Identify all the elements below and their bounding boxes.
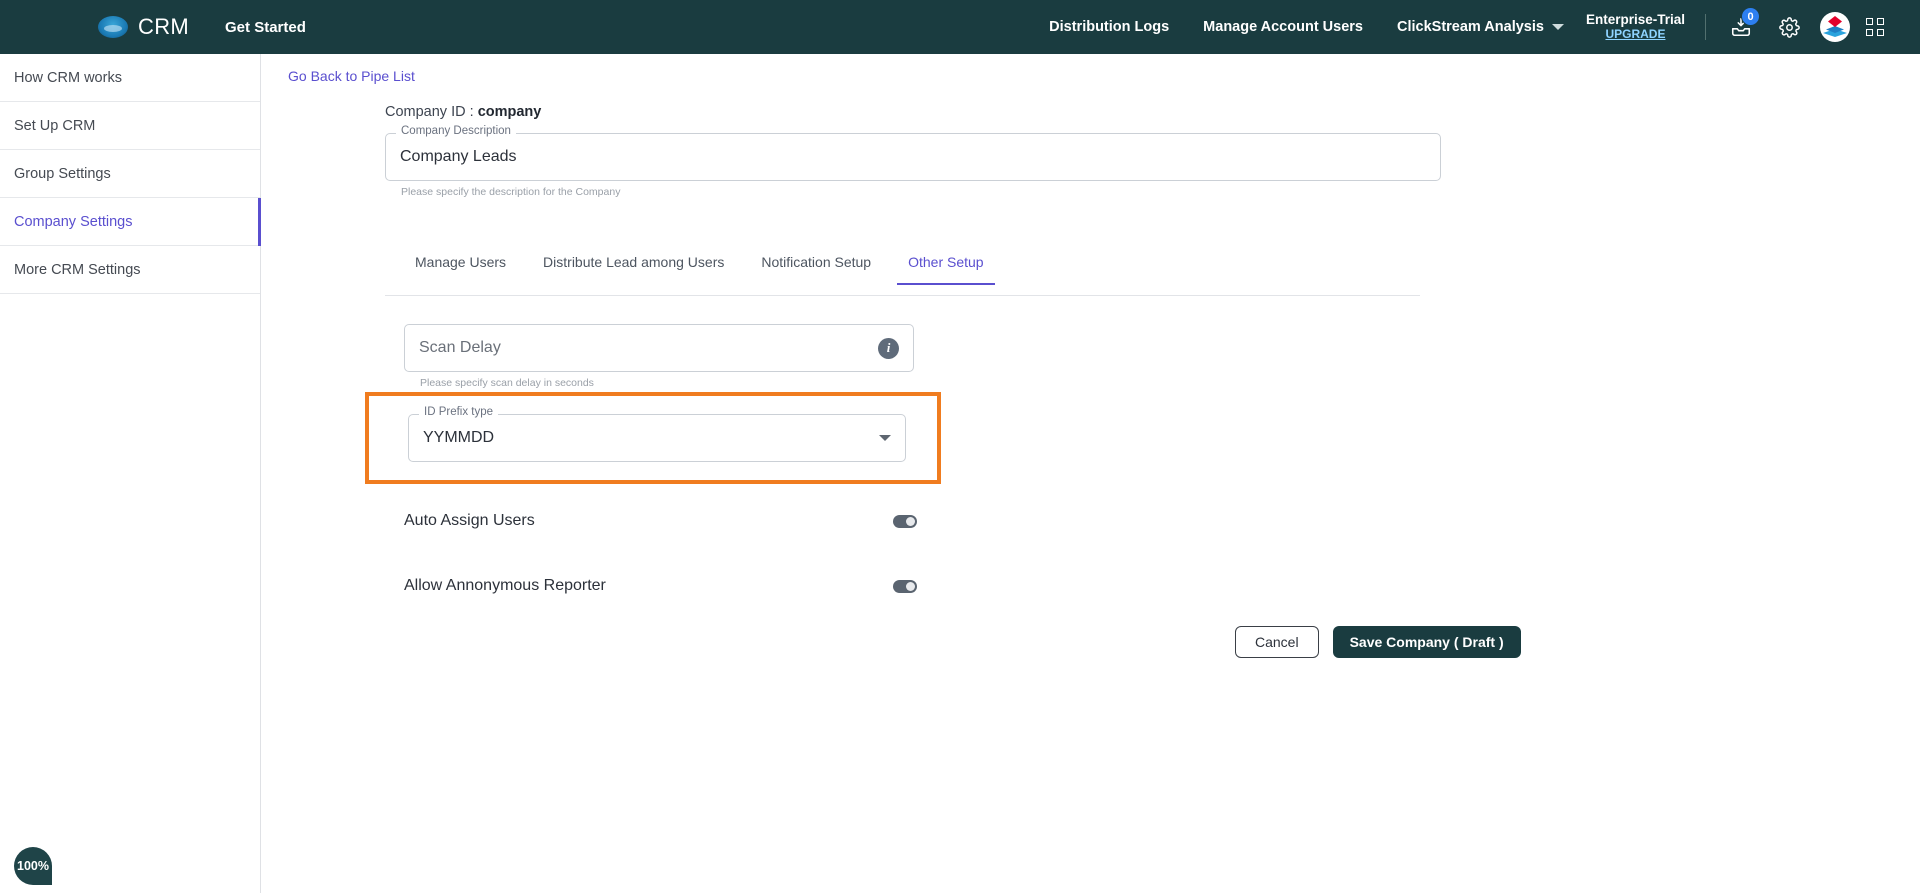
nav-divider (1705, 14, 1706, 40)
tab-other-setup[interactable]: Other Setup (897, 254, 995, 285)
company-description-field[interactable]: Company Description Company Leads (385, 125, 1441, 181)
get-started-link[interactable]: Get Started (225, 19, 306, 36)
auto-assign-users-toggle[interactable] (885, 502, 924, 541)
allow-anonymous-reporter-toggle[interactable] (885, 567, 924, 606)
id-prefix-type-label: ID Prefix type (419, 406, 499, 418)
inbox-badge-count: 0 (1741, 7, 1760, 26)
nav-manage-account-users[interactable]: Manage Account Users (1203, 19, 1363, 35)
apps-grid-cell (1866, 29, 1873, 36)
form-footer: Cancel Save Company ( Draft ) (1235, 626, 1521, 658)
company-form: Company ID : company Company Description… (365, 104, 1680, 614)
sidebar-item-how-crm-works[interactable]: How CRM works (0, 54, 260, 102)
id-prefix-type-select[interactable]: YYMMDD (408, 414, 906, 462)
info-icon[interactable]: i (878, 337, 899, 359)
avatar-layer-top-icon (1828, 16, 1842, 27)
scan-delay-input[interactable]: Scan Delay i (404, 324, 914, 372)
company-description-value: Company Leads (400, 148, 517, 165)
other-setup-panel: Scan Delay i Please specify scan delay i… (365, 324, 1680, 614)
sidebar-item-group-settings[interactable]: Group Settings (0, 150, 260, 198)
upgrade-link[interactable]: UPGRADE (1605, 27, 1665, 42)
allow-anonymous-reporter-row: Allow Annonymous Reporter (404, 558, 924, 614)
company-id-label: Company ID : (385, 104, 474, 120)
nav-distribution-logs[interactable]: Distribution Logs (1049, 19, 1169, 35)
gear-icon (1778, 16, 1800, 38)
go-back-to-pipe-list-link[interactable]: Go Back to Pipe List (288, 68, 415, 84)
tab-distribute-lead-among-users[interactable]: Distribute Lead among Users (532, 254, 735, 284)
auto-assign-users-row: Auto Assign Users (404, 493, 924, 549)
nav-clickstream-analysis[interactable]: ClickStream Analysis (1397, 19, 1544, 35)
brand-name: CRM (138, 14, 190, 39)
company-id-value: company (477, 104, 542, 120)
chevron-down-icon[interactable] (1551, 24, 1564, 30)
apps-grid-cell (1877, 18, 1884, 25)
sidebar-item-label: How CRM works (14, 69, 122, 86)
apps-grid-cell (1877, 29, 1884, 36)
sidebar-item-label: Company Settings (14, 213, 133, 230)
sidebar: How CRM works Set Up CRM Group Settings … (0, 54, 261, 893)
company-description-input[interactable]: Company Leads (385, 133, 1441, 181)
setup-tabs: Manage Users Distribute Lead among Users… (385, 254, 1420, 296)
scan-delay-helper: Please specify scan delay in seconds (420, 377, 594, 389)
sidebar-item-set-up-crm[interactable]: Set Up CRM (0, 102, 260, 150)
cancel-button[interactable]: Cancel (1235, 626, 1319, 658)
sidebar-item-company-settings[interactable]: Company Settings (0, 198, 261, 246)
company-description-helper: Please specify the description for the C… (401, 186, 621, 198)
save-company-draft-button[interactable]: Save Company ( Draft ) (1332, 626, 1521, 658)
nav-right-group: Distribution Logs Manage Account Users C… (1049, 0, 1920, 54)
plan-name: Enterprise-Trial (1585, 12, 1685, 28)
plan-block: Enterprise-Trial UPGRADE (1586, 12, 1685, 41)
auto-assign-users-label: Auto Assign Users (404, 512, 535, 529)
id-prefix-highlight-box: ID Prefix type YYMMDD (365, 392, 941, 484)
crm-logo-icon (98, 16, 128, 38)
top-navigation-bar: CRM Get Started Distribution Logs Manage… (0, 0, 1920, 54)
sidebar-item-label: Group Settings (14, 165, 111, 182)
tab-notification-setup[interactable]: Notification Setup (750, 254, 882, 284)
tab-manage-users[interactable]: Manage Users (404, 254, 517, 284)
id-prefix-type-value: YYMMDD (423, 429, 495, 446)
company-id-row: Company ID : company (385, 104, 1680, 120)
main-content: Go Back to Pipe List Company ID : compan… (261, 54, 1920, 893)
toggle-knob (905, 516, 915, 526)
id-prefix-type-field[interactable]: ID Prefix type YYMMDD (408, 406, 906, 462)
brand-block[interactable]: CRM (98, 14, 189, 40)
toggle-track (892, 579, 917, 593)
sidebar-item-more-crm-settings[interactable]: More CRM Settings (0, 246, 260, 294)
sidebar-item-label: Set Up CRM (14, 117, 96, 134)
settings-button[interactable] (1772, 10, 1806, 44)
scan-delay-placeholder: Scan Delay (419, 339, 501, 356)
apps-grid-cell (1866, 18, 1873, 25)
chevron-down-icon[interactable] (879, 435, 891, 441)
toggle-knob (905, 581, 915, 591)
sidebar-item-label: More CRM Settings (14, 261, 141, 278)
inbox-button[interactable]: 0 (1724, 7, 1760, 44)
account-avatar[interactable] (1820, 12, 1850, 42)
toggle-track (892, 514, 917, 528)
apps-grid-icon[interactable] (1866, 18, 1884, 36)
zoom-level-badge[interactable]: 100% (14, 847, 52, 885)
scan-delay-field[interactable]: Scan Delay i (404, 324, 914, 372)
allow-anonymous-reporter-label: Allow Annonymous Reporter (404, 577, 606, 594)
company-description-label: Company Description (396, 125, 516, 137)
